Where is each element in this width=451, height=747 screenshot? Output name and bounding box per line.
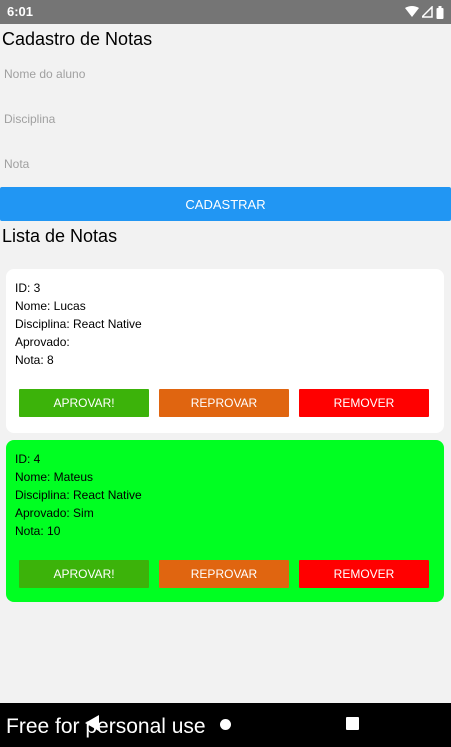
aprovar-button[interactable]: APROVAR! bbox=[19, 560, 149, 588]
list-title: Lista de Notas bbox=[2, 226, 118, 246]
card-nome: Nome: Lucas bbox=[15, 299, 86, 313]
card-nota: Nota: 8 bbox=[15, 353, 54, 367]
remover-button[interactable]: REMOVER bbox=[299, 560, 429, 588]
card-id: ID: 4 bbox=[15, 452, 41, 466]
aluno-input[interactable] bbox=[0, 56, 444, 92]
watermark: Free for personal use bbox=[6, 715, 206, 738]
aluno-field-container bbox=[0, 56, 451, 96]
disciplina-input[interactable] bbox=[0, 101, 444, 137]
status-icons bbox=[405, 2, 444, 22]
battery-icon bbox=[436, 5, 444, 19]
nota-input[interactable] bbox=[0, 146, 444, 182]
card-disciplina: Disciplina: React Native bbox=[15, 317, 142, 331]
home-icon[interactable] bbox=[220, 719, 231, 730]
recent-apps-icon[interactable] bbox=[346, 717, 359, 730]
app-content: Cadastro de Notas CADASTRAR Lista de Not… bbox=[0, 24, 451, 703]
cadastrar-button[interactable]: CADASTRAR bbox=[0, 187, 451, 221]
form-title: Cadastro de Notas bbox=[2, 29, 153, 49]
disciplina-field-container bbox=[0, 101, 451, 141]
card-disciplina: Disciplina: React Native bbox=[15, 488, 142, 502]
nota-field-container bbox=[0, 146, 451, 186]
status-time: 6:01 bbox=[7, 4, 34, 19]
card-id: ID: 3 bbox=[15, 281, 41, 295]
aprovar-button[interactable]: APROVAR! bbox=[19, 389, 149, 417]
reprovar-button[interactable]: REPROVAR bbox=[159, 389, 289, 417]
signal-icon bbox=[422, 6, 433, 18]
nota-card: ID: 4 Nome: Mateus Disciplina: React Nat… bbox=[6, 440, 444, 602]
wifi-icon bbox=[405, 6, 419, 17]
card-aprovado: Aprovado: bbox=[15, 335, 70, 349]
card-nome: Nome: Mateus bbox=[15, 470, 94, 484]
card-nota: Nota: 10 bbox=[15, 524, 61, 538]
nota-card: ID: 3 Nome: Lucas Disciplina: React Nati… bbox=[6, 269, 444, 433]
card-aprovado: Aprovado: Sim bbox=[15, 506, 94, 520]
status-bar: 6:01 bbox=[0, 0, 451, 24]
reprovar-button[interactable]: REPROVAR bbox=[159, 560, 289, 588]
remover-button[interactable]: REMOVER bbox=[299, 389, 429, 417]
